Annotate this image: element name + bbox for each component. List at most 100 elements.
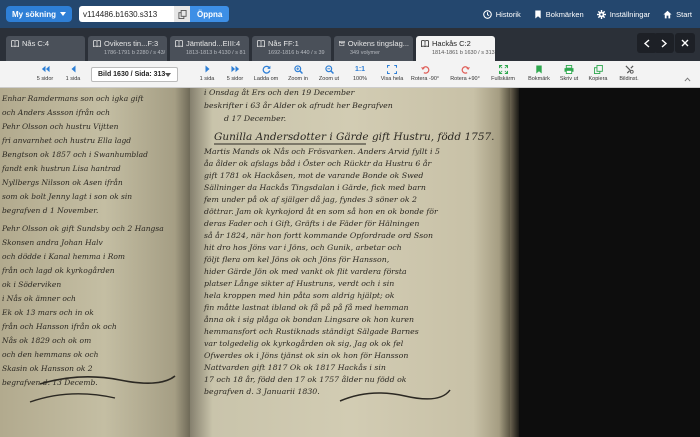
tool-label: Fullskärm bbox=[491, 76, 515, 82]
tool-label: 1 sida bbox=[65, 76, 81, 82]
zoom-100-button[interactable]: 1:1 100% bbox=[343, 64, 377, 83]
page-select[interactable]: Bild 1630 / Sida: 313 bbox=[91, 67, 178, 82]
tab-item[interactable]: Jämtland...EIII:4 1813-1813 b 4130 / s 8… bbox=[170, 36, 249, 61]
tool-label: Bokmärk bbox=[528, 76, 550, 82]
book-icon bbox=[257, 40, 265, 47]
settings-label: Inställningar bbox=[609, 9, 651, 19]
double-right-icon bbox=[230, 65, 239, 73]
book-icon bbox=[421, 40, 429, 47]
reload-icon bbox=[262, 65, 270, 74]
chevron-down-icon bbox=[60, 12, 67, 16]
rotate-right-button[interactable]: Rotera +90° bbox=[448, 64, 482, 82]
tab-bar: Nås C:4 Ovikens tin...F:3 1786-1791 b 22… bbox=[0, 28, 700, 61]
ink-flourishes bbox=[29, 375, 176, 403]
book-icon bbox=[175, 40, 183, 47]
reload-button[interactable]: Ladda om bbox=[249, 64, 283, 82]
top-nav: Historik Bokmärken Inställningar Start bbox=[482, 0, 692, 28]
tool-label: 5 sidor bbox=[226, 76, 244, 82]
left-page: Enhar Ramdermans son och igka gift och A… bbox=[0, 88, 190, 437]
ink-flourishes bbox=[214, 143, 451, 402]
left-icon bbox=[71, 65, 75, 73]
open-button[interactable]: Öppna bbox=[190, 6, 230, 22]
image-settings-button[interactable]: Bildinst. bbox=[612, 64, 646, 82]
tab-title: Ovikens tingslag... bbox=[347, 39, 409, 48]
tab-item[interactable]: Nås FF:1 1692-1816 b 440 / s 39 bbox=[252, 36, 331, 61]
tab-subtitle: 1814-1861 b 1630 / s 313 bbox=[432, 50, 495, 56]
zoom-out-button[interactable]: Zoom ut bbox=[312, 64, 346, 82]
tab-title: Nås C:4 bbox=[22, 39, 50, 48]
zoom-in-button[interactable]: Zoom in bbox=[281, 64, 315, 82]
tool-label: Rotera +90° bbox=[450, 76, 480, 82]
page-select-value: Bild 1630 / Sida: 313 bbox=[98, 71, 166, 78]
tool-label: Ladda om bbox=[253, 76, 279, 82]
my-search-label: My sökning bbox=[12, 9, 57, 19]
tab-title: Hackås C:2 bbox=[432, 39, 471, 48]
settings-link[interactable]: Inställningar bbox=[596, 9, 651, 19]
bookmark-icon bbox=[535, 9, 541, 19]
tab-item-active[interactable]: Hackås C:2 1814-1861 b 1630 / s 313 bbox=[416, 36, 495, 61]
back-1-page-button[interactable]: 1 sida bbox=[56, 64, 90, 82]
close-tab-button[interactable] bbox=[675, 33, 695, 53]
top-bar: My sökning Öppna Historik Bokmärken Inst… bbox=[0, 0, 700, 28]
fullscreen-button[interactable]: Fullskärm bbox=[486, 64, 520, 82]
tab-subtitle: 1813-1813 b 4130 / s 81 bbox=[186, 50, 246, 56]
tab-item[interactable]: Ovikens tin...F:3 1786-1791 b 2280 / s 4… bbox=[88, 36, 167, 61]
tool-label: Bildinst. bbox=[619, 76, 639, 82]
history-link[interactable]: Historik bbox=[482, 9, 521, 19]
collapse-toolbar-button[interactable] bbox=[684, 69, 691, 87]
tab-title: Jämtland...EIII:4 bbox=[186, 39, 241, 48]
close-icon bbox=[681, 39, 689, 47]
tool-label: Skriv ut bbox=[559, 76, 579, 82]
tool-label: 100% bbox=[352, 76, 368, 82]
copy-reference-button[interactable] bbox=[174, 6, 191, 22]
tab-subtitle: 349 volymer bbox=[350, 50, 380, 56]
tab-item[interactable]: Nås C:4 bbox=[6, 36, 85, 61]
tab-subtitle: 1692-1816 b 440 / s 39 bbox=[268, 50, 325, 56]
tool-label: Zoom ut bbox=[318, 76, 340, 82]
page-edge bbox=[510, 88, 519, 437]
print-icon bbox=[564, 64, 574, 74]
home-icon bbox=[663, 10, 672, 18]
my-search-dropdown[interactable]: My sökning bbox=[6, 6, 73, 22]
double-left-icon bbox=[41, 65, 50, 73]
tool-label: Kopiera bbox=[588, 76, 608, 82]
tab-item[interactable]: Ovikens tingslag... 349 volymer bbox=[334, 36, 413, 61]
zoom-in-icon bbox=[293, 64, 303, 74]
gear-icon bbox=[596, 9, 606, 19]
chevron-down-icon bbox=[165, 73, 171, 77]
tool-label: Zoom in bbox=[288, 76, 308, 82]
copy-icon bbox=[177, 9, 187, 19]
history-icon bbox=[482, 9, 492, 19]
reference-input[interactable] bbox=[79, 6, 175, 22]
image-viewer[interactable]: Enhar Ramdermans son och igka gift och A… bbox=[0, 88, 700, 437]
start-label: Start bbox=[676, 9, 692, 19]
next-tab-button[interactable] bbox=[654, 33, 674, 53]
rotate-left-icon bbox=[420, 65, 429, 74]
book-icon bbox=[11, 40, 19, 47]
fit-icon bbox=[387, 64, 397, 74]
chevron-left-icon bbox=[643, 38, 650, 48]
fullscreen-icon bbox=[498, 64, 508, 74]
right-page: i Onsdag åt Ers och den 19 December besk… bbox=[190, 88, 512, 437]
chevron-right-icon bbox=[661, 38, 668, 48]
fit-page-button[interactable]: Visa hela bbox=[375, 64, 409, 82]
chevron-up-icon bbox=[684, 77, 691, 82]
reference-search: Öppna bbox=[79, 6, 230, 22]
tab-title: Nås FF:1 bbox=[268, 39, 299, 48]
bookmarks-label: Bokmärken bbox=[545, 9, 584, 19]
tool-label: Visa hela bbox=[380, 76, 404, 82]
archive-icon bbox=[339, 40, 345, 47]
tool-label: Rotera -90° bbox=[410, 76, 440, 82]
history-label: Historik bbox=[495, 9, 521, 19]
copy-button[interactable]: Kopiera bbox=[581, 64, 615, 82]
bookmarks-link[interactable]: Bokmärken bbox=[534, 10, 584, 19]
bookmark-page-button[interactable]: Bokmärk bbox=[522, 64, 556, 82]
book-icon bbox=[93, 40, 101, 47]
start-link[interactable]: Start bbox=[663, 10, 692, 19]
forward-5-pages-button[interactable]: 5 sidor bbox=[218, 64, 252, 82]
tool-label: 1 sida bbox=[199, 76, 215, 82]
zoom-100-icon: 1:1 bbox=[354, 65, 366, 73]
image-settings-icon bbox=[624, 64, 634, 74]
rotate-left-button[interactable]: Rotera -90° bbox=[408, 64, 442, 82]
tool-label: 5 sidor bbox=[36, 76, 54, 82]
